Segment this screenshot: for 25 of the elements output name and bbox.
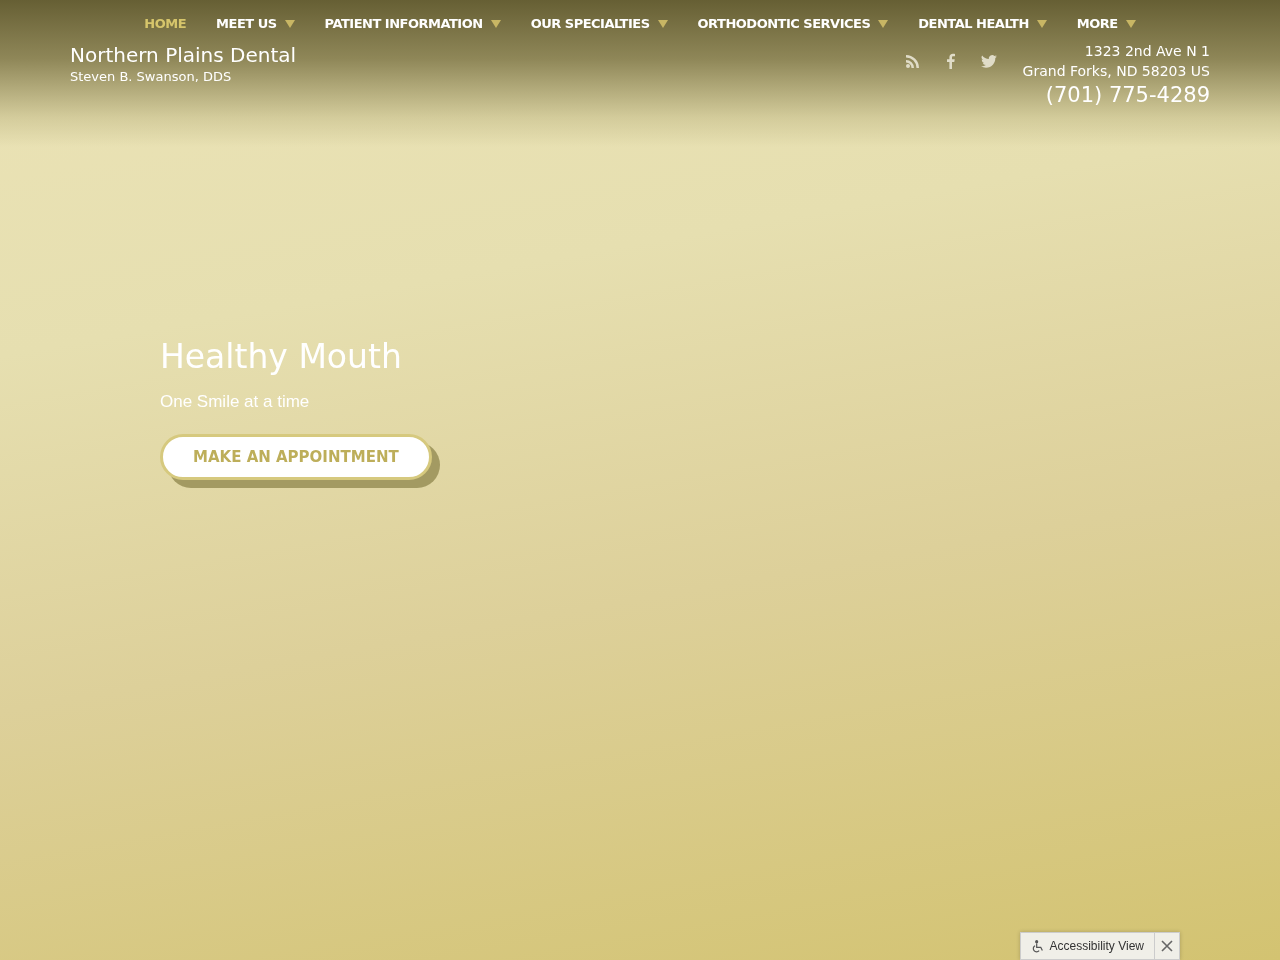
- nav-link[interactable]: MORE: [1068, 16, 1144, 31]
- nav-link[interactable]: PATIENT INFORMATION: [316, 16, 509, 31]
- dropdown-triangle-icon: [878, 19, 889, 28]
- nav-link[interactable]: OUR SPECIALTIES: [522, 16, 676, 31]
- dropdown-triangle-icon: [1125, 19, 1136, 28]
- close-icon: [1161, 940, 1173, 952]
- hero-subtitle: One Smile at a time: [160, 392, 310, 412]
- dropdown-triangle-icon: [490, 19, 501, 28]
- street-address: 1323 2nd Ave N 1: [1084, 43, 1210, 59]
- doctor-name: Steven B. Swanson, DDS: [70, 69, 233, 84]
- city-address: Grand Forks, ND 58203 US: [1022, 63, 1210, 79]
- nav-link[interactable]: MEET US: [208, 16, 303, 31]
- nav-link[interactable]: DENTAL HEALTH: [910, 16, 1055, 31]
- dropdown-triangle-icon: [1036, 19, 1047, 28]
- dropdown-triangle-icon: [657, 19, 668, 28]
- accessibility-button[interactable]: Accessibility View: [1020, 933, 1154, 959]
- rss-icon: [904, 53, 921, 69]
- practice-name: Northern Plains Dental: [70, 43, 297, 67]
- hero-title: Healthy Mouth: [160, 337, 402, 376]
- dropdown-triangle-icon: [284, 19, 295, 28]
- nav-link[interactable]: HOME: [136, 16, 195, 31]
- nav-link[interactable]: ORTHODONTIC SERVICES: [689, 16, 897, 31]
- wheelchair-icon: [1030, 939, 1044, 953]
- bird-icon: [980, 53, 997, 69]
- social-link[interactable]: [980, 53, 999, 71]
